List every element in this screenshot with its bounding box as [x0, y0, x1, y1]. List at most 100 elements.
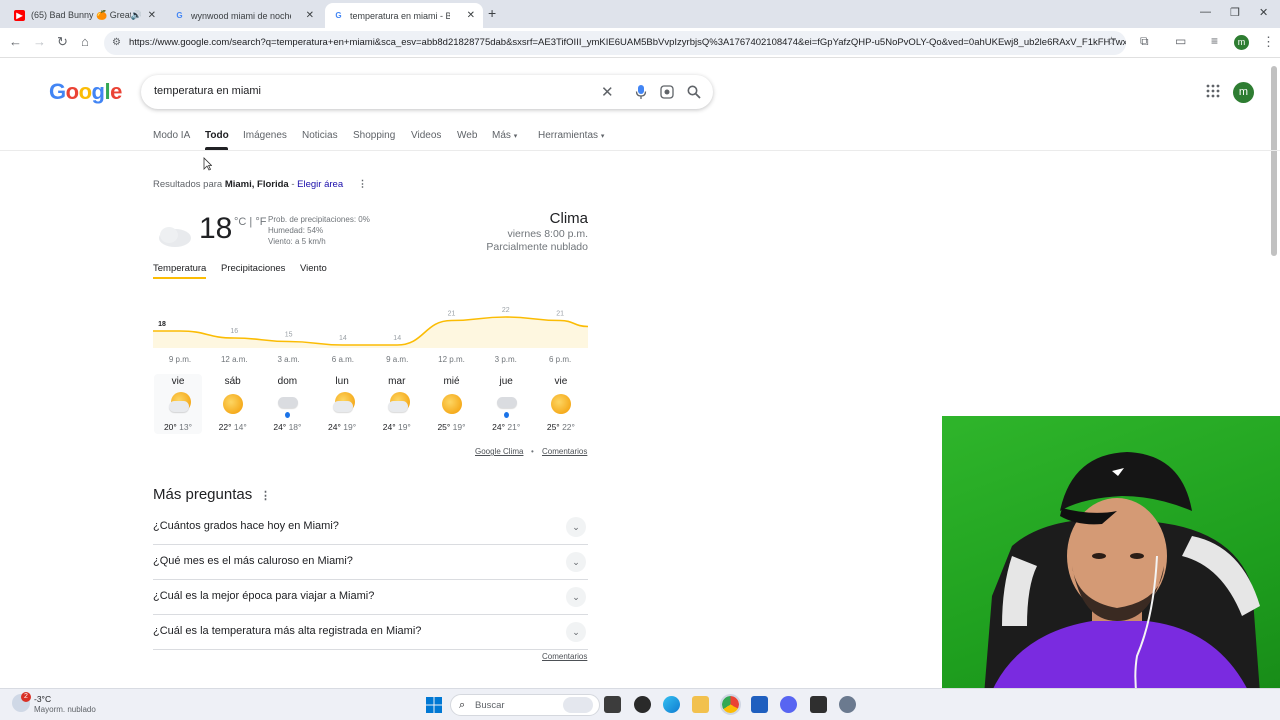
- tab-imagenes[interactable]: Imágenes: [243, 130, 287, 141]
- cast-icon[interactable]: ▭: [1175, 34, 1186, 48]
- tab-viento[interactable]: Viento: [300, 263, 327, 274]
- choose-area-link[interactable]: Elegir área: [297, 179, 343, 190]
- speaker-icon[interactable]: 🔊: [131, 10, 142, 21]
- tab-precipitaciones[interactable]: Precipitaciones: [221, 263, 285, 274]
- media-icon[interactable]: ≡: [1211, 34, 1218, 48]
- temperature-area: [153, 317, 588, 348]
- question-item[interactable]: ¿Cuál es la mejor época para viajar a Mi…: [153, 580, 588, 615]
- chevron-down-icon[interactable]: ⌄: [566, 552, 586, 572]
- search-highlight-icon: [563, 697, 593, 713]
- day-forecast[interactable]: mar 24° 19°: [373, 374, 421, 434]
- chrome-icon[interactable]: [720, 694, 741, 715]
- search-icon[interactable]: [687, 85, 701, 99]
- question-item[interactable]: ¿Qué mes es el más caluroso en Miami? ⌄: [153, 545, 588, 580]
- day-forecast[interactable]: mié 25° 19°: [428, 374, 476, 434]
- temperature-chart[interactable]: 18 9 p.m. 16 12 a.m. 15 3 a.m. 14 6 a.m. 14 9 a.m…: [153, 300, 588, 370]
- back-icon[interactable]: ←: [9, 34, 22, 49]
- profile-avatar[interactable]: m: [1234, 35, 1249, 50]
- address-bar[interactable]: ⚙ https://www.google.com/search?q=temper…: [104, 31, 1126, 55]
- notification-badge: 2: [21, 692, 31, 702]
- close-window-icon[interactable]: ✕: [1259, 6, 1268, 19]
- browser-tab-wynwood[interactable]: G wynwood miami de noche - Bu ✕: [166, 3, 322, 28]
- lens-icon[interactable]: [660, 85, 674, 99]
- questions-feedback-link[interactable]: Comentarios: [542, 652, 587, 661]
- question-item[interactable]: ¿Cuántos grados hace hoy en Miami? ⌄: [153, 510, 588, 545]
- high-temp: 24°: [492, 422, 505, 432]
- epic-games-icon[interactable]: [810, 696, 827, 713]
- tab-mas[interactable]: Más ▾: [492, 130, 517, 141]
- low-temp: 19°: [340, 422, 357, 432]
- day-temps: 20° 13°: [154, 422, 202, 432]
- close-tab-icon[interactable]: ✕: [306, 10, 314, 21]
- extensions-icon[interactable]: ⧉: [1140, 34, 1149, 49]
- day-forecast[interactable]: dom 24° 18°: [263, 374, 311, 434]
- microphone-icon[interactable]: [635, 84, 647, 100]
- day-forecast[interactable]: vie 20° 13°: [154, 374, 202, 434]
- app-icon[interactable]: [634, 696, 651, 713]
- reload-icon[interactable]: ↻: [57, 34, 68, 50]
- tab-videos[interactable]: Videos: [411, 130, 441, 141]
- chevron-down-icon[interactable]: ⌄: [566, 517, 586, 537]
- rain-icon: [274, 391, 300, 418]
- sun-icon: [439, 391, 465, 417]
- more-options-icon[interactable]: ⋮: [358, 179, 368, 190]
- more-options-icon[interactable]: ⋮: [260, 489, 271, 502]
- clear-icon[interactable]: ✕: [601, 83, 614, 101]
- google-logo[interactable]: Google: [49, 79, 122, 105]
- question-item[interactable]: ¿Cuál es la temperatura más alta registr…: [153, 615, 588, 650]
- browser-tab-youtube[interactable]: ▶ (65) Bad Bunny 🍊 Greatest 🔊 ✕: [6, 3, 164, 28]
- forward-icon[interactable]: →: [33, 34, 46, 49]
- day-forecast[interactable]: sáb 22° 14°: [209, 374, 257, 434]
- webcam-overlay: [942, 416, 1280, 720]
- day-forecast[interactable]: jue 24° 21°: [482, 374, 530, 434]
- browser-tab-active[interactable]: G temperatura en miami - Buscar ✕: [325, 3, 483, 28]
- low-temp: 18°: [286, 422, 302, 432]
- windows-start-icon[interactable]: [426, 697, 442, 713]
- close-tab-icon[interactable]: ✕: [467, 10, 475, 21]
- close-tab-icon[interactable]: ✕: [148, 10, 156, 21]
- google-apps-icon[interactable]: [1206, 84, 1220, 98]
- settings-icon[interactable]: [839, 696, 856, 713]
- tab-shopping[interactable]: Shopping: [353, 130, 395, 141]
- task-view-icon[interactable]: [604, 696, 621, 713]
- caret-down-icon: ▾: [513, 133, 518, 140]
- home-icon[interactable]: ⌂: [81, 34, 89, 49]
- page-scrollbar[interactable]: [1271, 66, 1277, 256]
- day-temps: 24° 21°: [482, 422, 530, 432]
- tab-temperatura[interactable]: Temperatura: [153, 263, 206, 274]
- tab-noticias[interactable]: Noticias: [302, 130, 338, 141]
- search-input[interactable]: temperatura en miami: [154, 85, 261, 97]
- taskbar-search-box[interactable]: ⌕ Buscar: [450, 694, 600, 716]
- site-info-icon[interactable]: ⚙: [112, 31, 121, 55]
- google-clima-link[interactable]: Google Clima: [475, 447, 523, 456]
- restore-icon[interactable]: ❐: [1230, 6, 1240, 19]
- discord-icon[interactable]: [780, 696, 797, 713]
- day-forecast[interactable]: lun 24° 19°: [318, 374, 366, 434]
- edge-icon[interactable]: [663, 696, 680, 713]
- humidity-text: Humedad: 54%: [268, 226, 324, 235]
- new-tab-icon[interactable]: +: [488, 5, 496, 21]
- search-box[interactable]: temperatura en miami ✕: [141, 75, 713, 109]
- hour-tick-label: 9 a.m.: [386, 355, 408, 364]
- tab-modo-ia[interactable]: Modo IA: [153, 130, 190, 141]
- store-icon[interactable]: [751, 696, 768, 713]
- tab-todo[interactable]: Todo: [205, 130, 229, 141]
- windows-taskbar: 2 -3°C Mayorm. nublado ⌕ Buscar: [0, 688, 1280, 720]
- file-explorer-icon[interactable]: [692, 696, 709, 713]
- hour-tick-label: 6 p.m.: [549, 355, 571, 364]
- active-tab-indicator: [205, 147, 228, 150]
- unit-toggle[interactable]: °C | °F: [234, 216, 266, 228]
- browser-menu-icon[interactable]: ⋮: [1262, 34, 1275, 50]
- bookmark-star-icon[interactable]: ☆: [1106, 34, 1117, 48]
- account-avatar[interactable]: m: [1233, 82, 1254, 103]
- chevron-down-icon[interactable]: ⌄: [566, 587, 586, 607]
- partly-cloudy-night-icon: [158, 213, 191, 247]
- day-forecast[interactable]: vie 25° 22°: [537, 374, 585, 434]
- google-icon: G: [335, 11, 342, 20]
- tab-herramientas[interactable]: Herramientas ▾: [538, 130, 604, 141]
- feedback-link[interactable]: Comentarios: [542, 447, 587, 456]
- minimize-icon[interactable]: —: [1200, 6, 1211, 18]
- tab-web[interactable]: Web: [457, 130, 477, 141]
- low-temp: 19°: [395, 422, 411, 432]
- chevron-down-icon[interactable]: ⌄: [566, 622, 586, 642]
